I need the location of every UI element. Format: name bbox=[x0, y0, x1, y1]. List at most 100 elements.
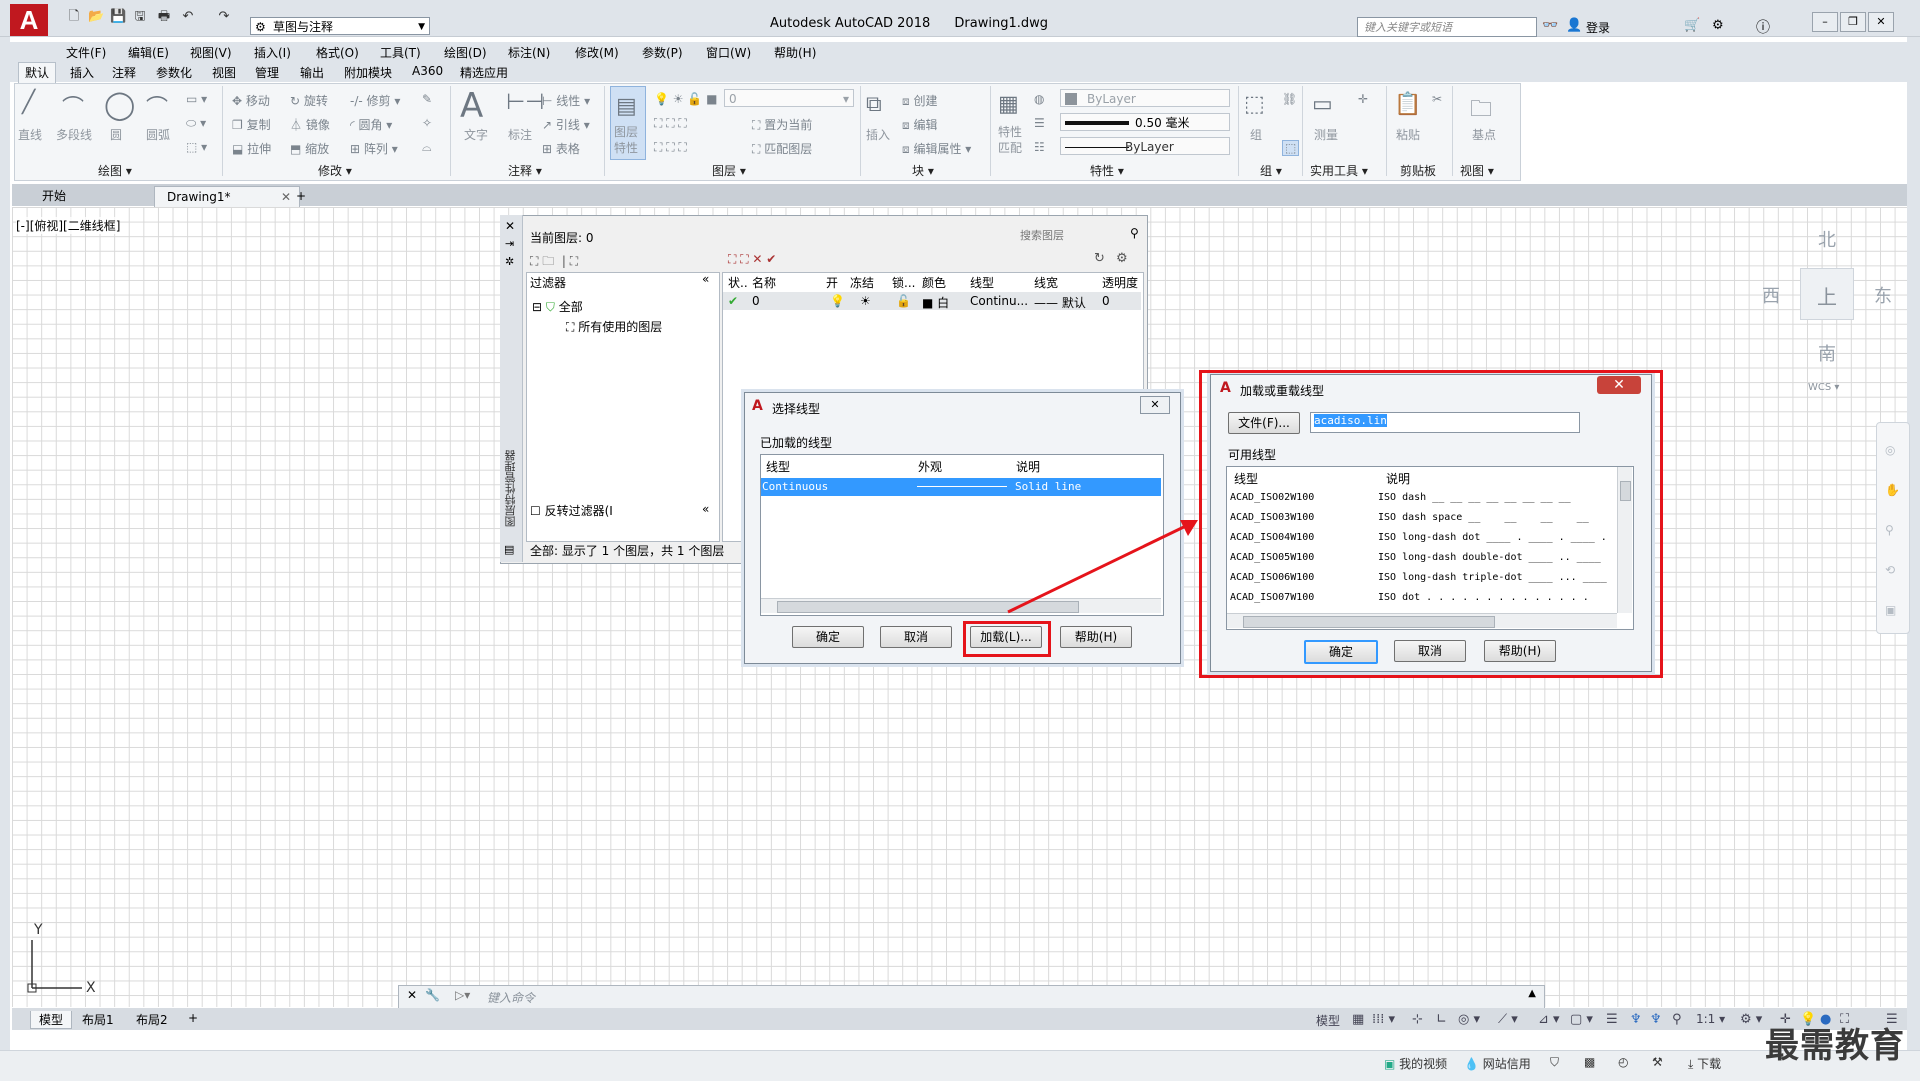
point-style-icon[interactable]: ✛ bbox=[1358, 92, 1368, 106]
close-icon[interactable]: ✕ bbox=[407, 988, 417, 1002]
fillet-button[interactable]: ◜ 圆角 ▾ bbox=[350, 116, 392, 133]
menu-file[interactable]: 文件(F) bbox=[66, 44, 106, 61]
tab-layout1[interactable]: 布局1 bbox=[82, 1011, 114, 1028]
menu-dimension[interactable]: 标注(N) bbox=[508, 44, 550, 61]
move-button[interactable]: ✥ 移动 bbox=[232, 92, 270, 109]
shield-icon[interactable]: ⛉ bbox=[1550, 1055, 1559, 1070]
layers-panel-title[interactable]: 图层 ▾ bbox=[712, 162, 746, 179]
settings-gear-icon[interactable]: ⚙ bbox=[1116, 251, 1128, 266]
linear-button[interactable]: ⊢ 线性 ▾ bbox=[542, 92, 590, 109]
login-button[interactable]: 登录 bbox=[1586, 19, 1610, 36]
block-panel-title[interactable]: 块 ▾ bbox=[912, 162, 934, 179]
col-status[interactable]: 状.. bbox=[728, 274, 748, 291]
col-appearance[interactable]: 外观 bbox=[918, 458, 942, 475]
bulb-icon[interactable]: 💡 bbox=[830, 294, 845, 308]
color-dropdown[interactable]: ByLayer bbox=[1060, 89, 1230, 107]
paste-icon[interactable]: 📋 bbox=[1394, 92, 1421, 117]
tab-parametric[interactable]: 参数化 bbox=[156, 64, 192, 81]
menu-edit[interactable]: 编辑(E) bbox=[128, 44, 169, 61]
linetype-icon[interactable]: ☷ bbox=[1034, 140, 1045, 154]
menu-insert[interactable]: 插入(I) bbox=[254, 44, 291, 61]
line-icon[interactable]: ╱ bbox=[22, 90, 35, 115]
navigation-bar[interactable]: ◎ ✋ ⚲ ⟲ ▣ bbox=[1876, 422, 1910, 634]
command-line[interactable]: ✕ 🔧 ▷▾ ▲ bbox=[398, 985, 1545, 1009]
col-transparency[interactable]: 透明度 bbox=[1102, 274, 1138, 291]
new-filter-icons[interactable]: ⛶ 🗀 | ⛶ bbox=[530, 252, 578, 273]
properties-icon[interactable]: ✲ bbox=[505, 255, 514, 268]
table-button[interactable]: ⊞ 表格 bbox=[542, 140, 580, 157]
layer-linetype[interactable]: Continu... bbox=[970, 294, 1028, 308]
group-selection-icon[interactable]: ⬚ bbox=[1282, 140, 1300, 156]
utilities-panel-title[interactable]: 实用工具 ▾ bbox=[1310, 162, 1368, 179]
layer-action-icons[interactable]: ⛶ ⛶ ✕ ✔ bbox=[728, 252, 776, 267]
menu-help[interactable]: 帮助(H) bbox=[774, 44, 816, 61]
lineweight-dropdown[interactable]: 0.50 毫米 bbox=[1060, 113, 1230, 131]
col-on[interactable]: 开 bbox=[826, 274, 838, 291]
tab-start[interactable]: 开始 bbox=[30, 186, 78, 206]
tab-drawing1[interactable]: Drawing1* ✕ bbox=[154, 186, 300, 207]
osnap-tracking-icon[interactable]: ⊿ ▾ bbox=[1538, 1012, 1560, 1027]
edit-block-button[interactable]: ⧈ 编辑 bbox=[902, 116, 937, 133]
search-input[interactable]: 键入关键字或短语 bbox=[1357, 17, 1537, 37]
search-layer-input[interactable]: 搜索图层 bbox=[1020, 227, 1064, 243]
color-wheel-icon[interactable]: ◍ bbox=[1034, 92, 1044, 106]
viewcube-east[interactable]: 东 bbox=[1874, 282, 1892, 308]
tab-featured-apps[interactable]: 精选应用 bbox=[460, 64, 508, 81]
vertical-scrollbar[interactable] bbox=[1617, 467, 1632, 613]
minimize-button[interactable]: – bbox=[1812, 12, 1838, 32]
isodraft-icon[interactable]: ⟋ ▾ bbox=[1498, 1012, 1518, 1027]
cut-icon[interactable]: ✂ bbox=[1432, 92, 1442, 106]
set-current-button[interactable]: ⛶ 置为当前 bbox=[752, 116, 812, 133]
ungroup-icon[interactable]: ⛓ bbox=[1282, 92, 1297, 106]
viewcube-west[interactable]: 西 bbox=[1762, 282, 1780, 308]
file-button[interactable]: 文件(F)... bbox=[1228, 412, 1300, 434]
group-icon[interactable]: ⬚ bbox=[1244, 92, 1265, 117]
tab-output[interactable]: 输出 bbox=[300, 64, 324, 81]
help-button[interactable]: 帮助(H) bbox=[1484, 640, 1556, 662]
plot-icon[interactable]: 🖶 bbox=[156, 10, 172, 24]
col-freeze[interactable]: 冻结 bbox=[850, 274, 874, 291]
undo-icon[interactable]: ↶ bbox=[180, 10, 196, 24]
layer-transparency[interactable]: 0 bbox=[1102, 294, 1110, 308]
leader-button[interactable]: ↗ 引线 ▾ bbox=[542, 116, 590, 133]
tab-layout2[interactable]: 布局2 bbox=[136, 1011, 168, 1028]
help-icon[interactable]: ⓘ bbox=[1756, 17, 1770, 37]
unlock-icon[interactable]: 🔓 bbox=[896, 294, 911, 308]
binoculars-icon[interactable]: 👓 bbox=[1542, 18, 1558, 33]
rotate-button[interactable]: ↻ 旋转 bbox=[290, 92, 328, 109]
showmotion-icon[interactable]: ▣ bbox=[1885, 603, 1896, 617]
close-button[interactable]: ✕ bbox=[1140, 396, 1170, 414]
viewcube-south[interactable]: 南 bbox=[1818, 340, 1836, 366]
horizontal-scrollbar[interactable] bbox=[1227, 613, 1617, 628]
linetype-dropdown[interactable]: ByLayer bbox=[1060, 137, 1230, 155]
steering-wheel-icon[interactable]: ◎ bbox=[1885, 443, 1895, 457]
close-icon[interactable]: ✕ bbox=[505, 219, 515, 233]
list-item[interactable]: ACAD_ISO03W100 ISO dash space __ __ __ __ bbox=[1230, 512, 1589, 523]
workspace-dropdown[interactable]: ⚙ 草图与注释 ▼ bbox=[250, 17, 430, 35]
cancel-button[interactable]: 取消 bbox=[880, 626, 952, 648]
a360-icon[interactable]: ⚙ bbox=[1712, 18, 1724, 33]
sun-icon[interactable]: ☀ bbox=[860, 294, 871, 308]
cart-icon[interactable]: 🛒 bbox=[1684, 18, 1700, 33]
clipboard-panel-title[interactable]: 剪贴板 bbox=[1400, 162, 1436, 179]
layer-name[interactable]: 0 bbox=[752, 294, 760, 308]
stretch-button[interactable]: ⬓ 拉伸 bbox=[232, 140, 271, 157]
collapse-icon[interactable]: « bbox=[702, 502, 709, 516]
tab-model[interactable]: 模型 bbox=[30, 1011, 73, 1029]
tab-annotate[interactable]: 注释 bbox=[112, 64, 136, 81]
redo-icon[interactable]: ↷ bbox=[216, 10, 232, 24]
viewcube-north[interactable]: 北 bbox=[1818, 226, 1836, 252]
annotation-visibility-icon[interactable]: ♆ bbox=[1630, 1012, 1642, 1027]
layer-dropdown[interactable]: 0 ▾ bbox=[724, 89, 854, 107]
lineweight-toggle-icon[interactable]: ☰ bbox=[1606, 1012, 1618, 1027]
menu-window[interactable]: 窗口(W) bbox=[706, 44, 751, 61]
menu-parametric[interactable]: 参数(P) bbox=[642, 44, 683, 61]
menu-modify[interactable]: 修改(M) bbox=[575, 44, 619, 61]
edit-attributes-button[interactable]: ⧈ 编辑属性 ▾ bbox=[902, 140, 971, 157]
ortho-icon[interactable]: ∟ bbox=[1436, 1012, 1447, 1027]
collapse-icon[interactable]: « bbox=[702, 272, 709, 286]
base-view-icon[interactable]: 🗀 bbox=[1470, 92, 1492, 130]
list-item[interactable]: Continuous Solid line bbox=[761, 478, 1161, 496]
menu-tools[interactable]: 工具(T) bbox=[380, 44, 421, 61]
clock-icon[interactable]: ◴ bbox=[1618, 1055, 1628, 1069]
